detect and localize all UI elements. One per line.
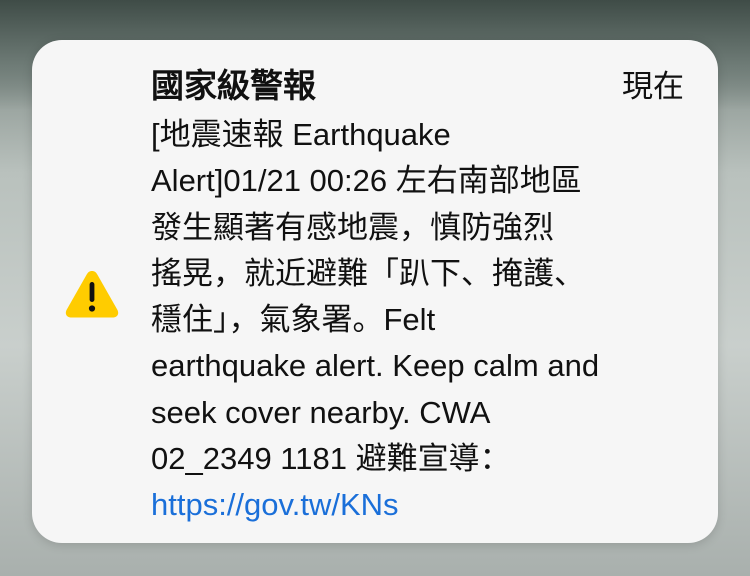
alert-message: [地震速報 Earthquake Alert]01/21 00:26 左右南部地… [151, 112, 696, 529]
message-line: seek cover nearby. CWA [151, 394, 491, 430]
message-line: 搖晃，就近避難「趴下、掩護、 [151, 255, 585, 291]
message-line: [地震速報 Earthquake [151, 117, 451, 152]
timestamp: 現在 [622, 69, 684, 104]
message-line: 02_2349 1181 避難宣導： [151, 441, 511, 477]
message-line: earthquake alert. Keep calm and [151, 348, 600, 384]
message-line: 穩住」，氣象署。Felt [151, 302, 436, 338]
message-line: 發生顯著有感地震，慎防強烈 [151, 209, 554, 245]
evacuation-info-link[interactable]: https://gov.tw/KNs [151, 487, 399, 522]
alert-title: 國家級警報 [151, 67, 316, 104]
warning-triangle-icon [64, 268, 120, 320]
message-line: Alert]01/21 00:26 左右南部地區 [151, 163, 582, 199]
